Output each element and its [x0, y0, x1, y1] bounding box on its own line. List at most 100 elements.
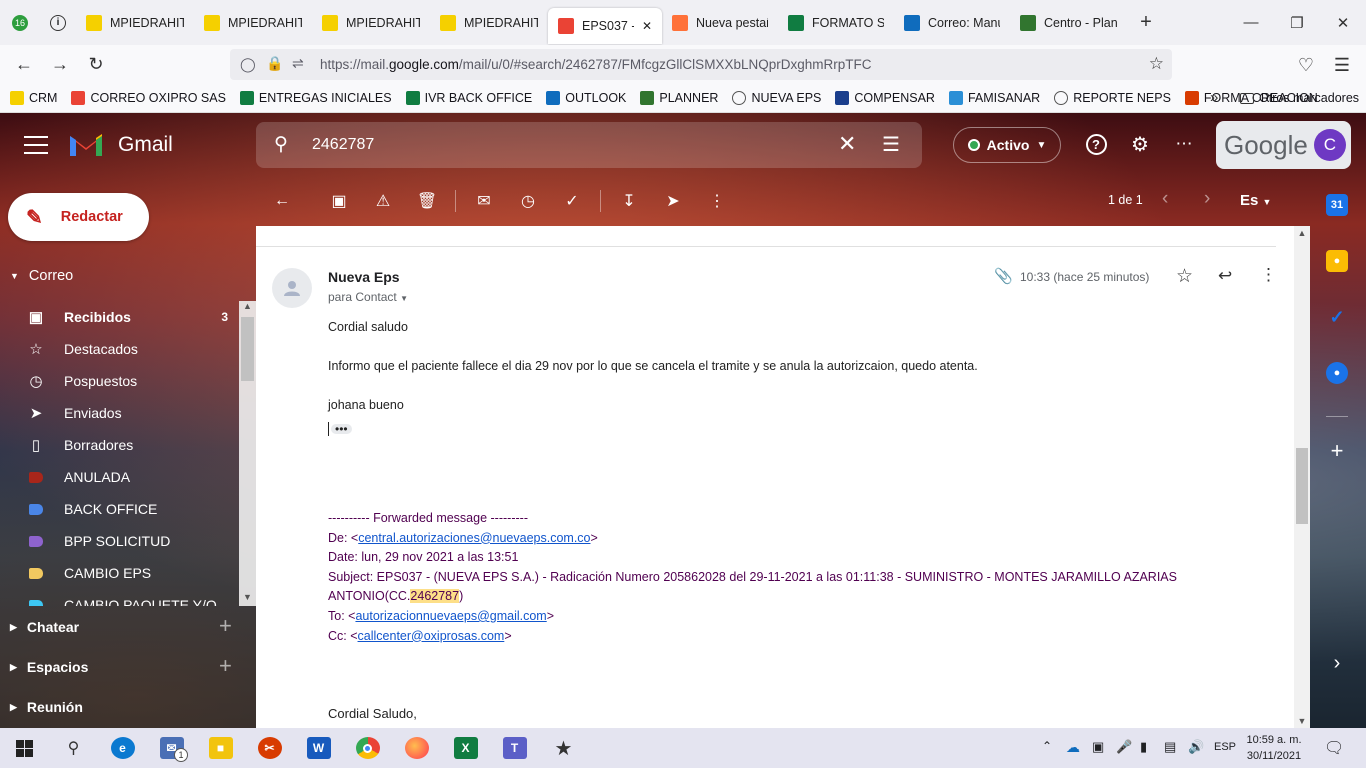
- from-email-link[interactable]: central.autorizaciones@nuevaeps.com.co: [358, 531, 590, 545]
- excel-icon[interactable]: X: [441, 728, 490, 768]
- nav-item-enviados[interactable]: ➤ Enviados: [0, 397, 256, 429]
- sender-name[interactable]: Nueva Eps: [328, 269, 400, 285]
- nav-item-pospuestos[interactable]: ◷ Pospuestos: [0, 365, 256, 397]
- browser-tab[interactable]: Centro - Plan: [1010, 0, 1128, 45]
- account-button[interactable]: Google C: [1216, 121, 1351, 169]
- mail-app-icon[interactable]: ✉ 1: [147, 728, 196, 768]
- input-tools-button[interactable]: Es ▼: [1240, 192, 1271, 209]
- cc-email-link[interactable]: callcenter@oxiprosas.com: [358, 629, 505, 643]
- contacts-icon[interactable]: ●: [1326, 362, 1348, 384]
- bookmark-item[interactable]: CRM: [10, 91, 57, 105]
- bookmark-item[interactable]: NUEVA EPS: [732, 91, 821, 105]
- teams-icon[interactable]: T: [490, 728, 539, 768]
- meet-now-icon[interactable]: ▣: [1092, 739, 1104, 755]
- section-mail[interactable]: ▼ Correo: [10, 268, 73, 284]
- more-options-icon[interactable]: ⋮: [695, 179, 739, 223]
- expand-panel-icon[interactable]: ›: [1326, 652, 1348, 674]
- message-more-icon[interactable]: ⋮: [1260, 265, 1277, 285]
- close-window-button[interactable]: ✕: [1320, 0, 1366, 45]
- nav-item-bpp-solicitud[interactable]: BPP SOLICITUD: [0, 525, 256, 557]
- bookmark-item[interactable]: IVR BACK OFFICE: [405, 91, 532, 105]
- add-chat-icon[interactable]: +: [219, 613, 232, 639]
- bookmark-item[interactable]: FAMISANAR: [948, 91, 1040, 105]
- avatar[interactable]: C: [1313, 129, 1346, 161]
- delete-icon[interactable]: 🗑: [405, 179, 449, 223]
- bookmark-item[interactable]: COMPENSAR: [835, 91, 935, 105]
- new-tab-button[interactable]: +: [1128, 0, 1164, 45]
- search-input[interactable]: 2462787: [312, 136, 374, 154]
- browser-tab[interactable]: EPS037 - (N ✕: [548, 7, 662, 44]
- word-icon[interactable]: W: [294, 728, 343, 768]
- labels-icon[interactable]: ➤: [651, 179, 695, 223]
- nav-item-cambio-paquete-y-o[interactable]: CAMBIO PAQUETE Y/O: [0, 589, 256, 606]
- move-to-icon[interactable]: ↧: [607, 179, 651, 223]
- report-spam-icon[interactable]: ⚠: [361, 179, 405, 223]
- snipping-tool-icon[interactable]: ✂: [245, 728, 294, 768]
- pocket-icon[interactable]: ♡: [1288, 47, 1324, 83]
- nav-item-cambio-eps[interactable]: CAMBIO EPS: [0, 557, 256, 589]
- clear-search-icon[interactable]: ✕: [838, 131, 856, 157]
- section-meet[interactable]: ▶ Reunión: [10, 699, 83, 715]
- scroll-up-icon[interactable]: ▲: [1294, 228, 1310, 238]
- reply-icon[interactable]: ↩: [1218, 266, 1232, 286]
- search-box[interactable]: ⚲ 2462787 ✕ ☰: [256, 122, 922, 168]
- bookmark-item[interactable]: PLANNER: [640, 91, 718, 105]
- mark-unread-icon[interactable]: ✉: [462, 179, 506, 223]
- gmail-logo-icon[interactable]: [68, 132, 104, 161]
- message-scrollbar[interactable]: ▲ ▼: [1294, 226, 1310, 728]
- lock-icon[interactable]: 🔒: [266, 55, 283, 72]
- add-space-icon[interactable]: +: [219, 653, 232, 679]
- firefox-icon[interactable]: [392, 728, 441, 768]
- minimize-button[interactable]: —: [1228, 0, 1274, 45]
- scroll-down-icon[interactable]: ▼: [1294, 716, 1310, 726]
- to-email-link[interactable]: autorizacionnuevaeps@gmail.com: [355, 609, 546, 623]
- browser-tab[interactable]: Correo: Manu: [894, 0, 1010, 45]
- nav-item-destacados[interactable]: ☆ Destacados: [0, 333, 256, 365]
- search-icon[interactable]: ⚲: [274, 133, 288, 156]
- settings-gear-icon[interactable]: ⚙: [1126, 130, 1154, 158]
- battery-icon[interactable]: ▮: [1140, 739, 1147, 755]
- onedrive-icon[interactable]: ☁: [1066, 739, 1080, 756]
- info-icon[interactable]: i: [40, 0, 76, 45]
- network-app-icon[interactable]: ★: [539, 728, 588, 768]
- close-tab-icon[interactable]: ✕: [642, 19, 652, 33]
- edge-icon[interactable]: e: [98, 728, 147, 768]
- bookmark-item[interactable]: CORREO OXIPRO SAS: [71, 91, 226, 105]
- bookmark-star-icon[interactable]: ☆: [1149, 54, 1164, 74]
- tasks-icon[interactable]: ✓: [1326, 306, 1348, 328]
- scroll-thumb[interactable]: [241, 317, 254, 381]
- nav-scrollbar[interactable]: ▲ ▼: [239, 301, 256, 606]
- main-menu-icon[interactable]: [22, 133, 50, 157]
- chrome-icon[interactable]: [343, 728, 392, 768]
- show-hidden-icons-icon[interactable]: ⌃: [1042, 739, 1052, 753]
- browser-tab[interactable]: FORMATO SE: [778, 0, 894, 45]
- browser-tab[interactable]: MPIEDRAHITA: [76, 0, 194, 45]
- browser-tab[interactable]: MPIEDRAHITA: [312, 0, 430, 45]
- volume-icon[interactable]: 🔊: [1188, 739, 1204, 755]
- prev-page-icon[interactable]: ‹: [1162, 188, 1168, 210]
- clock[interactable]: 10:59 a. m. 30/11/2021: [1242, 732, 1306, 764]
- browser-tab[interactable]: MPIEDRAHITA: [194, 0, 312, 45]
- section-spaces[interactable]: ▶ Espacios: [10, 659, 88, 675]
- star-icon[interactable]: ☆: [1176, 265, 1193, 288]
- archive-icon[interactable]: ▣: [317, 179, 361, 223]
- windows-start-icon[interactable]: [0, 728, 49, 768]
- apps-grid-icon[interactable]: ⋯: [1170, 130, 1198, 158]
- back-to-list-icon[interactable]: ←: [260, 179, 304, 223]
- scroll-down-icon[interactable]: ▼: [239, 592, 256, 606]
- file-explorer-icon[interactable]: ■: [196, 728, 245, 768]
- scroll-thumb[interactable]: [1296, 448, 1308, 524]
- next-page-icon[interactable]: ›: [1204, 188, 1210, 210]
- search-options-icon[interactable]: ☰: [882, 132, 900, 157]
- show-trimmed-content[interactable]: •••: [328, 421, 1258, 436]
- input-language[interactable]: ESP: [1214, 741, 1236, 753]
- notification-badge[interactable]: 16: [0, 0, 40, 45]
- search-icon[interactable]: ⚲: [49, 728, 98, 768]
- add-addon-icon[interactable]: +: [1326, 438, 1348, 463]
- bookmark-item[interactable]: ENTREGAS INICIALES: [239, 91, 392, 105]
- back-button[interactable]: ←: [6, 47, 42, 83]
- scroll-up-icon[interactable]: ▲: [239, 301, 256, 315]
- other-bookmarks[interactable]: Otros marcadores: [1240, 91, 1359, 105]
- reload-button[interactable]: ↻: [78, 47, 114, 83]
- chevron-more-icon[interactable]: »: [1210, 89, 1218, 106]
